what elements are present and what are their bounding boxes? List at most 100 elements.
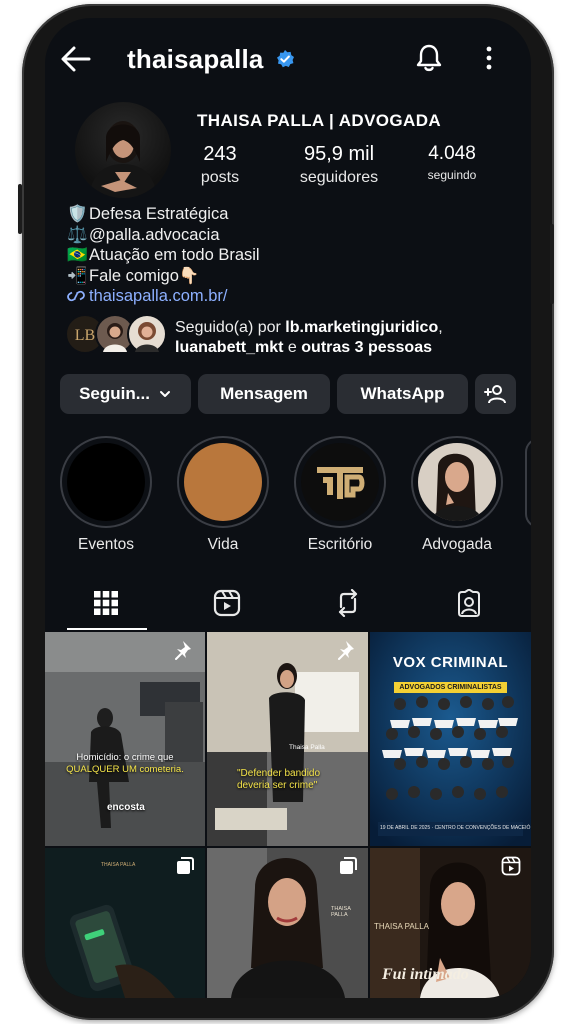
suggest-people-button[interactable]	[475, 374, 516, 414]
post-thumbnail[interactable]: Thaisa Palla "Defender bandido deveria s…	[207, 632, 368, 846]
grid-icon	[93, 591, 118, 615]
carousel-icon	[177, 857, 194, 874]
highlight-eventos[interactable]: Eventos	[60, 436, 152, 554]
shield-emoji-icon: 🛡️	[67, 205, 88, 223]
verified-badge-icon	[277, 50, 294, 68]
post-image	[45, 632, 205, 846]
highlight-label: Vida	[207, 536, 239, 553]
tp-logo-icon	[317, 467, 365, 499]
reel-icon	[501, 856, 521, 876]
highlight-ring	[60, 436, 152, 528]
highlight-label: Advogada	[422, 536, 492, 553]
whatsapp-button[interactable]: WhatsApp	[337, 374, 468, 414]
person-photo-icon	[135, 322, 159, 352]
following-label: seguindo	[427, 168, 477, 182]
profile-avatar[interactable]	[75, 102, 171, 198]
bio-line: 🛡️Defesa Estratégica	[67, 204, 260, 225]
highlight-vida[interactable]: Vida	[177, 436, 269, 554]
add-person-icon	[483, 385, 506, 404]
post-thumbnail[interactable]: THAISA PALLA	[45, 848, 205, 998]
bio-line: 📲Fale comigo👇🏻	[67, 266, 260, 287]
highlight-ring	[294, 436, 386, 528]
post-logo: THAISA PALLA	[331, 906, 351, 918]
followed-by-connector: e	[283, 339, 302, 356]
post-thumbnail[interactable]: THAISA PALLA	[207, 848, 368, 998]
post-thumbnail[interactable]: THAISA PALLA Fui intimado	[370, 848, 531, 998]
carousel-icon	[340, 857, 357, 874]
following-count: 4.048	[428, 143, 476, 164]
bio-text: Defesa Estratégica	[89, 205, 229, 223]
highlight-cover	[184, 443, 262, 521]
tab-tagged[interactable]	[408, 578, 529, 628]
tab-grid[interactable]	[45, 578, 166, 628]
post-caption-line: "Defender bandido	[237, 768, 321, 779]
bio-line: ⚖️@palla.advocacia	[67, 225, 260, 246]
posts-label: posts	[200, 169, 240, 186]
arrow-left-icon[interactable]	[59, 44, 93, 74]
highlight-ring	[177, 436, 269, 528]
post-handle: Thaisa Palla	[289, 744, 325, 751]
phone-emoji-icon: 📲	[67, 266, 88, 285]
profile-bio: 🛡️Defesa Estratégica ⚖️@palla.advocacia …	[67, 204, 260, 307]
link-icon	[67, 290, 85, 302]
followed-by-prefix: Seguido(a) por	[175, 319, 286, 336]
highlight-escritorio[interactable]: Escritório	[294, 436, 386, 554]
followers-label: seguidores	[299, 169, 379, 186]
highlight-partial	[525, 438, 531, 528]
following-button[interactable]: Seguin...	[60, 374, 191, 414]
bio-mention[interactable]: @palla.advocacia	[89, 226, 220, 244]
instagram-profile-screen: thaisapalla THAISA PALLA | ADVOGADA 243 …	[45, 18, 531, 998]
follower-name[interactable]: lb.marketingjuridico	[285, 319, 438, 336]
stat-following[interactable]: 4.048 seguindo	[415, 143, 489, 182]
post-caption: Fui intimado	[382, 966, 469, 983]
highlight-label: Eventos	[77, 536, 134, 553]
followed-by-comma: ,	[438, 319, 443, 336]
svg-text:LB: LB	[75, 327, 95, 344]
highlight-ring	[411, 436, 503, 528]
post-thumbnail[interactable]: Homicídio: o crime que QUALQUER UM comet…	[45, 632, 205, 846]
bio-text: Fale comigo👇🏻	[89, 266, 200, 285]
bio-line: 🇧🇷Atuação em todo Brasil	[67, 245, 260, 266]
post-image	[207, 632, 368, 846]
stat-posts[interactable]: 243 posts	[191, 143, 249, 187]
follower-avatar	[127, 314, 167, 354]
post-logo: THAISA PALLA	[374, 922, 429, 931]
more-vertical-icon[interactable]	[485, 46, 493, 70]
post-caption-line: deveria ser crime"	[237, 780, 318, 791]
bell-icon[interactable]	[415, 43, 443, 73]
active-tab-indicator	[67, 628, 147, 630]
post-logo: THAISA PALLA	[101, 862, 136, 868]
following-button-label: Seguin...	[79, 384, 150, 403]
followed-by-others[interactable]: outras 3 pessoas	[301, 339, 432, 356]
post-caption: "Defender bandido deveria ser crime"	[237, 768, 357, 792]
reels-icon	[213, 589, 240, 617]
bio-website-link[interactable]: thaisapalla.com.br/	[89, 287, 228, 305]
pin-icon	[338, 641, 354, 660]
brazil-flag-emoji-icon: 🇧🇷	[67, 246, 88, 264]
tab-reposts[interactable]	[287, 578, 408, 628]
highlight-advogada[interactable]: Advogada	[411, 436, 503, 554]
profile-username: thaisapalla	[127, 44, 264, 74]
post-caption: Homicídio: o crime que	[76, 752, 174, 763]
post-thumbnail[interactable]: VOX CRIMINAL ADVOGADOS CRIMINALISTAS 19 …	[370, 632, 531, 846]
whatsapp-button-label: WhatsApp	[360, 384, 445, 403]
stat-followers[interactable]: 95,9 mil seguidores	[283, 143, 395, 187]
post-brand: VOX CRIMINAL	[392, 654, 509, 671]
post-caption-word: encosta	[107, 802, 145, 813]
top-bar: thaisapalla	[45, 18, 531, 98]
highlight-cover	[418, 443, 496, 521]
phone-side-button	[550, 224, 554, 304]
followed-by-row[interactable]: LB Seguido(a) por lb.marketingjuridico, …	[65, 314, 525, 360]
posts-count: 243	[203, 143, 237, 165]
repost-icon	[338, 589, 357, 617]
tab-reels[interactable]	[166, 578, 287, 628]
bio-link-line[interactable]: thaisapalla.com.br/	[67, 286, 260, 307]
follower-name[interactable]: luanabett_mkt	[175, 339, 283, 356]
bio-text: Atuação em todo Brasil	[89, 246, 260, 264]
message-button[interactable]: Mensagem	[198, 374, 330, 414]
highlight-cover	[67, 443, 145, 521]
followed-by-text: Seguido(a) por lb.marketingjuridico, lua…	[175, 318, 443, 358]
followers-count: 95,9 mil	[303, 143, 375, 165]
scales-emoji-icon: ⚖️	[67, 225, 88, 244]
post-caption-highlight: QUALQUER UM cometeria.	[66, 764, 184, 775]
